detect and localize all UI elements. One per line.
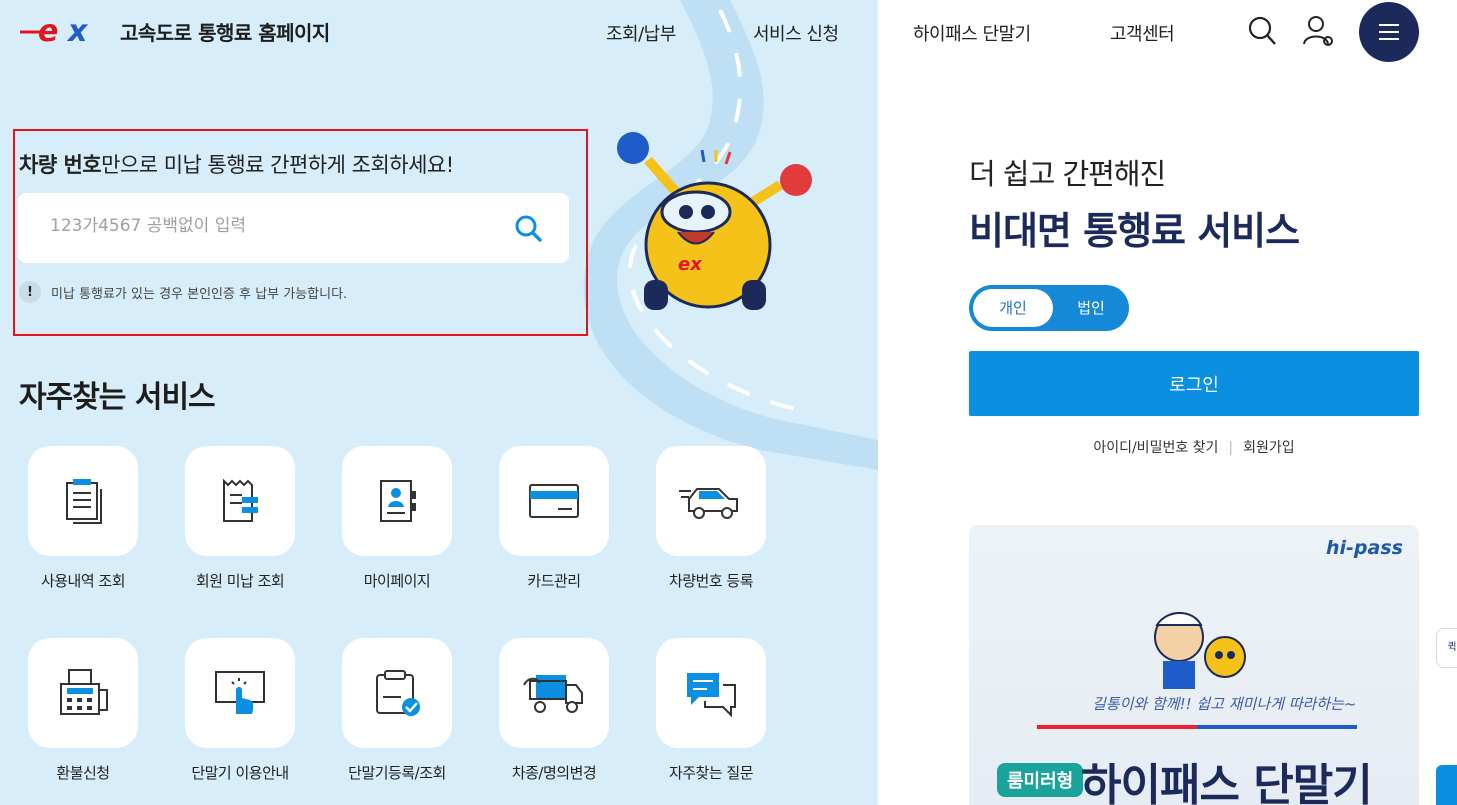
card-icon <box>529 484 579 518</box>
find-account-link[interactable]: 아이디/비밀번호 찾기 <box>1093 440 1218 456</box>
banner-badge: 룸미러형 <box>997 763 1084 797</box>
panel-subtitle: 더 쉽고 간편해진 <box>969 157 1166 191</box>
search-icon[interactable] <box>1246 14 1278 48</box>
toggle-personal[interactable]: 개인 <box>973 289 1053 327</box>
service-faq[interactable]: 자주찾는 질문 <box>636 638 786 783</box>
truck-icon <box>523 675 583 713</box>
quick-menu-chip[interactable]: 퀵 <box>1436 628 1457 668</box>
user-login-icon[interactable] <box>1301 14 1337 50</box>
site-logo[interactable]: e x 고속도로 통행료 홈페이지 <box>18 14 330 48</box>
service-card-management[interactable]: 카드관리 <box>479 446 629 591</box>
login-button[interactable]: 로그인 <box>969 351 1419 416</box>
service-mypage[interactable]: 마이페이지 <box>322 446 472 591</box>
hipass-logo: hi-pass <box>1326 537 1403 559</box>
service-terminal-register[interactable]: 단말기등록/조회 <box>322 638 472 783</box>
member-type-toggle: 개인 법인 <box>969 285 1129 331</box>
svg-text:x: x <box>66 14 89 48</box>
search-notice: ! 미납 통행료가 있는 경우 본인인증 후 납부 가능합니다. <box>19 281 347 303</box>
profile-card-icon <box>380 480 416 522</box>
panel-title: 비대면 통행료 서비스 <box>969 209 1300 253</box>
ex-logo-icon: e x <box>20 14 89 48</box>
hamburger-menu-button[interactable] <box>1359 2 1419 62</box>
mascot-illustration: ex <box>617 132 812 310</box>
vehicle-search-field[interactable] <box>18 193 569 263</box>
floating-action-button[interactable] <box>1436 765 1457 805</box>
service-vehicle-change[interactable]: 차종/명의변경 <box>479 638 629 783</box>
document-list-icon <box>66 479 102 524</box>
clipboard-check-icon <box>376 670 420 716</box>
services-heading: 자주찾는 서비스 <box>19 380 216 415</box>
receipt-icon <box>223 478 258 522</box>
banner-tagline: 길통이와 함께!! 쉽고 재미나게 따라하는~ <box>1092 695 1357 713</box>
touch-screen-icon <box>215 671 265 714</box>
exclamation-icon: ! <box>19 281 41 303</box>
nav-service-apply[interactable]: 서비스 신청 <box>753 20 839 46</box>
banner-divider <box>1037 725 1357 729</box>
nav-hipass-terminal[interactable]: 하이패스 단말기 <box>913 20 1031 46</box>
service-terminal-guide[interactable]: 단말기 이용안내 <box>165 638 315 783</box>
service-vehicle-register[interactable]: 차량번호 등록 <box>636 446 786 591</box>
account-links: 아이디/비밀번호 찾기 | 회원가입 <box>969 437 1419 457</box>
notice-text: 미납 통행료가 있는 경우 본인인증 후 납부 가능합니다. <box>51 286 348 302</box>
svg-text:e: e <box>38 14 58 48</box>
nav-customer-center[interactable]: 고객센터 <box>1110 20 1175 46</box>
fax-icon <box>60 669 108 715</box>
mascots-illustration <box>1154 612 1246 689</box>
service-member-unpaid[interactable]: 회원 미납 조회 <box>165 446 315 591</box>
chat-icon <box>687 673 736 717</box>
search-heading: 차량 번호만으로 미납 통행료 간편하게 조회하세요! <box>19 153 454 177</box>
link-separator: | <box>1228 440 1234 456</box>
service-refund[interactable]: 환불신청 <box>8 638 158 783</box>
car-icon <box>679 488 738 519</box>
service-usage-history[interactable]: 사용내역 조회 <box>8 446 158 591</box>
nav-inquiry-payment[interactable]: 조회/납부 <box>606 20 676 46</box>
svg-text:ex: ex <box>678 254 703 275</box>
toggle-corporate[interactable]: 법인 <box>1057 289 1125 327</box>
hipass-banner[interactable]: hi-pass 길통이와 함께!! 쉽고 재미나게 따라하는~ 룸미러형 하이패… <box>969 525 1419 805</box>
site-title: 고속도로 통행료 홈페이지 <box>120 20 330 45</box>
search-submit-icon[interactable] <box>513 213 545 245</box>
vehicle-number-input[interactable] <box>48 215 492 237</box>
signup-link[interactable]: 회원가입 <box>1243 440 1295 456</box>
banner-headline: 하이패스 단말기 <box>1081 760 1373 805</box>
